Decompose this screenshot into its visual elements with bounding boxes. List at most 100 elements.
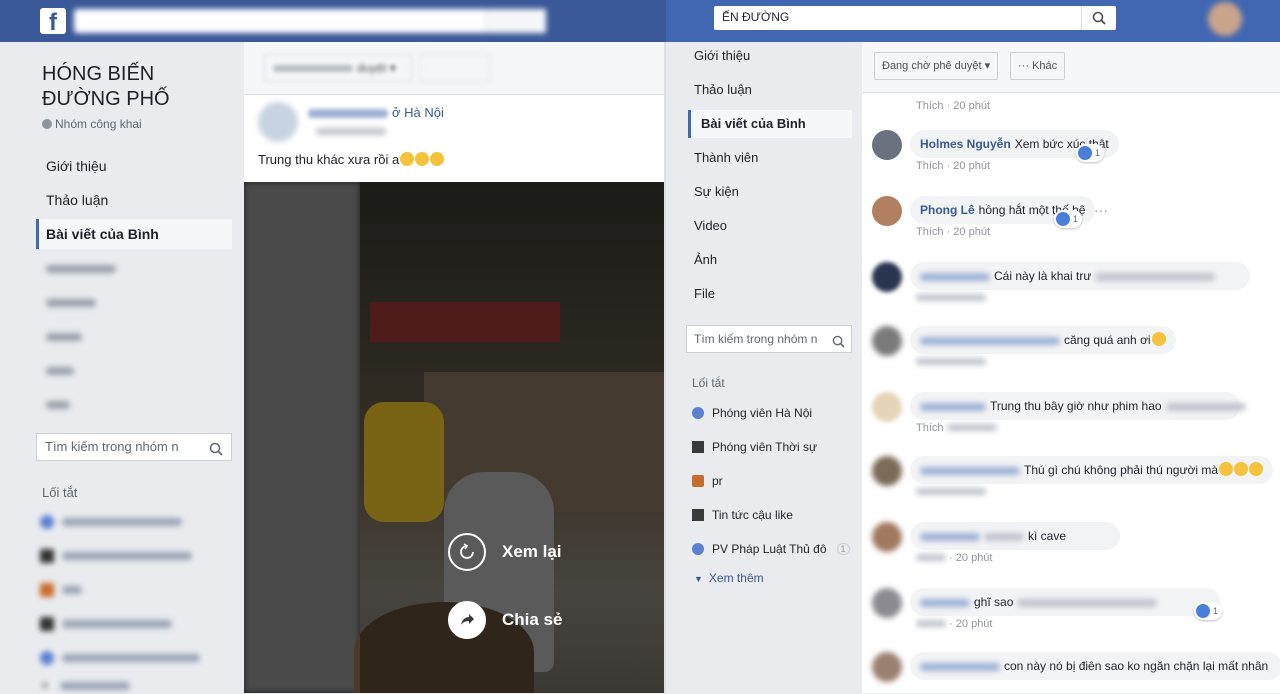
comment-time[interactable]: 20 phút (953, 226, 990, 238)
reaction-count[interactable]: 1 (1054, 210, 1083, 228)
nav-blurred-item[interactable] (36, 355, 232, 385)
right-nav-photos[interactable]: Ảnh (688, 246, 852, 274)
facebook-logo-icon[interactable]: f (40, 8, 66, 34)
like-link[interactable]: Thích (916, 100, 944, 112)
group-search-placeholder: Tìm kiếm trong nhóm n (45, 439, 179, 454)
share-button[interactable]: Chia sẻ (448, 601, 562, 639)
globe-icon (692, 543, 704, 555)
like-link[interactable]: Thích (916, 422, 944, 434)
caret-down-icon: ▾ (389, 61, 396, 75)
post-author-line[interactable]: ở Hà Nội (308, 105, 444, 120)
shortcut-item[interactable]: pr (692, 474, 723, 488)
see-more-link[interactable]: ▼ Xem thêm (694, 571, 764, 585)
profile-avatar[interactable] (1208, 2, 1242, 36)
right-nav-members[interactable]: Thành viên (688, 144, 852, 172)
commenter-avatar[interactable] (872, 130, 902, 160)
commenter-avatar[interactable] (872, 588, 902, 618)
share-label: Chia sẻ (502, 610, 563, 629)
shortcut-item[interactable] (40, 582, 200, 598)
commenter-avatar[interactable] (872, 652, 902, 682)
commenter-name[interactable]: Holmes Nguyễn (920, 137, 1011, 151)
commenter-avatar[interactable] (872, 196, 902, 226)
shortcut-item[interactable]: Phóng viên Thời sự (692, 440, 817, 454)
post-location[interactable]: ở Hà Nội (392, 105, 444, 120)
comment-actions: · 20 phút (916, 552, 992, 564)
comment-bubble: căng quá anh ơi (910, 326, 1176, 354)
search-icon[interactable] (1081, 6, 1116, 30)
post-timestamp[interactable] (316, 126, 386, 138)
replay-label: Xem lại (502, 542, 562, 561)
nav-binh-posts[interactable]: Bài viết của Bình (36, 219, 232, 249)
see-more-link[interactable]: ▼ (40, 678, 200, 694)
nav-discussion[interactable]: Thảo luận (36, 185, 232, 215)
feed-header: duyệt ▾ (244, 42, 664, 95)
commenter-avatar[interactable] (872, 326, 902, 356)
shortcut-badge: 1 (836, 543, 850, 555)
shortcut-item[interactable]: Phóng viên Hà Nội (692, 406, 812, 420)
right-nav-intro[interactable]: Giới thiệu (688, 42, 852, 70)
nav-blurred-item[interactable] (36, 253, 232, 283)
right-group-search-input[interactable]: Tìm kiếm trong nhóm n (686, 325, 852, 353)
filter-dropdown[interactable]: duyệt ▾ (264, 54, 412, 82)
right-group-search-placeholder: Tìm kiếm trong nhóm n (694, 332, 818, 346)
left-search-button[interactable] (485, 9, 546, 33)
comment: kì cave · 20 phút (872, 522, 1272, 572)
shortcut-item[interactable]: Tin tức cậu like (692, 508, 793, 522)
like-link[interactable]: Thích (916, 226, 944, 238)
comment-actions (916, 486, 986, 498)
commenter-avatar[interactable] (872, 392, 902, 422)
right-nav-videos[interactable]: Video (688, 212, 852, 240)
page-icon (692, 509, 704, 521)
comment: Holmes Nguyễn Xem bức xúc thật 1 Thích · … (872, 130, 1272, 180)
shortcut-label: Phóng viên Hà Nội (712, 406, 813, 420)
laughing-emoji-icon (400, 152, 415, 166)
shortcut-item[interactable] (40, 650, 200, 666)
comment-time[interactable]: 20 phút (953, 160, 990, 172)
nav-blurred-item[interactable] (36, 287, 232, 317)
search-icon[interactable] (209, 439, 223, 465)
nav-blurred-item[interactable] (36, 321, 232, 351)
more-dots-icon[interactable]: ··· (1094, 202, 1108, 218)
left-global-search[interactable] (74, 9, 546, 33)
laughing-emoji-icon (1234, 462, 1249, 476)
group-title[interactable]: HÓNG BIẾN ĐƯỜNG PHỐ (42, 62, 232, 112)
right-nav-events[interactable]: Sự kiện (688, 178, 852, 206)
right-nav-binh-posts[interactable]: Bài viết của Bình (688, 110, 852, 138)
commenter-avatar[interactable] (872, 262, 902, 292)
right-top-bar: ẾN ĐƯỜNG (666, 0, 1280, 42)
reaction-count[interactable]: 1 (1076, 144, 1105, 162)
right-shortcuts-title: Lối tắt (692, 376, 725, 390)
right-nav-files[interactable]: File (688, 280, 852, 308)
comment: Cái này là khai trư (872, 262, 1272, 312)
replay-button[interactable]: Xem lại (448, 533, 562, 571)
comment-actions: Thích · 20 phút (916, 100, 990, 112)
commenter-avatar[interactable] (872, 456, 902, 486)
right-search-text: ẾN ĐƯỜNG (722, 10, 790, 24)
comment-text: căng quá anh ơi (1064, 333, 1151, 347)
more-button[interactable] (420, 54, 490, 82)
video-letterbox (244, 182, 360, 693)
right-nav-discussion[interactable]: Thảo luận (688, 76, 852, 104)
group-search-input[interactable]: Tìm kiếm trong nhóm n (36, 433, 232, 461)
like-reaction-icon (1078, 146, 1092, 160)
reaction-count[interactable]: 1 (1194, 602, 1223, 620)
shortcut-item[interactable] (40, 548, 200, 564)
commenter-avatar[interactable] (872, 522, 902, 552)
nav-intro[interactable]: Giới thiệu (36, 151, 232, 181)
shortcut-item[interactable]: PV Pháp Luật Thủ đô 1 (692, 542, 850, 556)
comment-time[interactable]: 20 phút (953, 100, 990, 112)
comment-time[interactable]: 20 phút (956, 552, 993, 564)
search-icon[interactable] (832, 331, 845, 357)
commenter-name[interactable]: Phong Lê (920, 203, 975, 217)
shortcut-item[interactable] (40, 514, 200, 530)
post-video[interactable]: Xem lại Chia sẻ (244, 182, 664, 693)
like-link[interactable]: Thích (916, 160, 944, 172)
nav-blurred-item[interactable] (36, 389, 232, 419)
comment-text: Thú gì chú không phải thú người mà (1024, 463, 1219, 477)
laughing-emoji-icon (415, 152, 430, 166)
comment-time[interactable]: 20 phút (956, 618, 993, 630)
shortcut-label: pr (712, 474, 723, 488)
shortcut-item[interactable] (40, 616, 200, 632)
right-global-search[interactable]: ẾN ĐƯỜNG (714, 6, 1116, 30)
post-author-avatar[interactable] (258, 102, 298, 142)
